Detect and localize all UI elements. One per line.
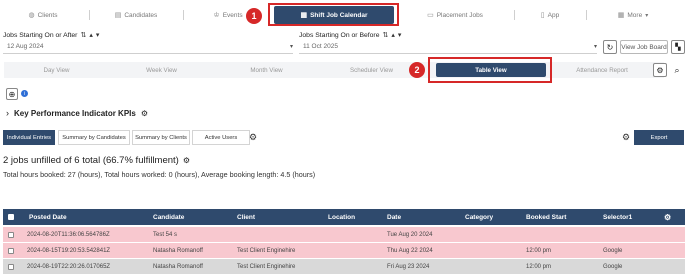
table-row[interactable]: 2024-08-15T19:20:53.542841Z Natasha Roman… bbox=[3, 243, 685, 258]
chevron-right-icon: › bbox=[6, 108, 9, 118]
nav-more[interactable]: ▦ More ▾ bbox=[590, 6, 676, 24]
after-date-label: Jobs Starting On or After ⇅ ▴ ▾ bbox=[3, 31, 100, 40]
cell-posted: 2024-08-19T22:20:26.017065Z bbox=[27, 263, 111, 270]
cell-candidate: Test 54 s bbox=[153, 231, 178, 238]
cell-selector1: Google bbox=[603, 247, 623, 254]
nav-divider bbox=[514, 10, 515, 20]
kpi-section-header[interactable]: › Key Performance Indicator KPIs ⚙ bbox=[6, 108, 148, 118]
dropdown-caret-icon: ▾ bbox=[289, 44, 293, 50]
layout-icon: ▚ bbox=[675, 44, 681, 51]
fulfillment-summary: 2 jobs unfilled of 6 total (66.7% fulfil… bbox=[3, 155, 191, 166]
hours-stats: Total hours booked: 27 (hours), Total ho… bbox=[3, 170, 316, 179]
dropdown-caret-icon: ▾ bbox=[593, 44, 597, 50]
tab-month-view[interactable]: Month View bbox=[214, 62, 319, 78]
highlight-box-2 bbox=[428, 57, 552, 83]
cell-selector1: Google bbox=[603, 263, 623, 270]
nav-divider bbox=[183, 10, 184, 20]
info-icon[interactable]: i bbox=[21, 90, 28, 97]
gear-icon[interactable]: ⚙ bbox=[141, 109, 148, 118]
callout-badge-2: 2 bbox=[409, 62, 425, 78]
nav-divider bbox=[586, 10, 587, 20]
mobile-icon: ▯ bbox=[540, 12, 545, 19]
search-button[interactable]: ⌕ bbox=[670, 63, 684, 77]
id-card-icon: ▤ bbox=[114, 12, 122, 19]
add-button[interactable]: ⊕ bbox=[6, 88, 18, 100]
tab-week-view[interactable]: Week View bbox=[109, 62, 214, 78]
before-date-label: Jobs Starting On or Before ⇅ ▴ ▾ bbox=[299, 31, 402, 40]
tab-summary-by-clients[interactable]: Summary by Clients bbox=[132, 130, 190, 145]
select-all-checkbox[interactable] bbox=[8, 209, 14, 225]
view-job-board-button[interactable]: View Job Board bbox=[620, 40, 668, 54]
caret-up-icon[interactable]: ▴ bbox=[89, 31, 93, 39]
after-date-input[interactable]: 12 Aug 2024 ▾ bbox=[3, 40, 293, 54]
layout-button[interactable]: ▚ bbox=[671, 40, 685, 54]
col-booked-start[interactable]: Booked Start bbox=[526, 209, 566, 225]
table-header: Posted Date Candidate Client Location Da… bbox=[3, 209, 685, 225]
cell-posted: 2024-08-20T11:36:06.564786Z bbox=[27, 231, 110, 238]
export-button[interactable]: Export bbox=[634, 130, 684, 145]
cell-date: Thu Aug 22 2024 bbox=[387, 247, 433, 254]
before-date-input[interactable]: 11 Oct 2025 ▾ bbox=[299, 40, 597, 54]
callout-badge-1: 1 bbox=[246, 8, 262, 24]
cell-booked-start: 12:00 pm bbox=[526, 263, 552, 270]
sort-icon[interactable]: ⇅ bbox=[80, 31, 86, 39]
gear-icon[interactable]: ⚙ bbox=[622, 132, 630, 143]
cell-candidate: Natasha Romanoff bbox=[153, 247, 203, 254]
nav-divider bbox=[89, 10, 90, 20]
refresh-icon: ↻ bbox=[606, 42, 614, 52]
globe-icon: ◍ bbox=[28, 12, 35, 19]
col-posted-date[interactable]: Posted Date bbox=[29, 209, 67, 225]
caret-down-icon[interactable]: ▾ bbox=[96, 31, 100, 39]
refresh-button[interactable]: ↻ bbox=[603, 40, 617, 54]
cell-booked-start: 12:00 pm bbox=[526, 247, 552, 254]
gear-icon: ⚙ bbox=[656, 65, 664, 75]
col-candidate[interactable]: Candidate bbox=[153, 209, 184, 225]
cell-date: Tue Aug 20 2024 bbox=[387, 231, 433, 238]
caret-up-icon[interactable]: ▴ bbox=[391, 31, 395, 39]
trophy-icon: ♔ bbox=[213, 12, 220, 19]
col-client[interactable]: Client bbox=[237, 209, 255, 225]
kpi-title: Key Performance Indicator KPIs bbox=[14, 108, 136, 118]
tab-individual-entries[interactable]: Individual Entries bbox=[3, 130, 55, 145]
caret-down-icon[interactable]: ▾ bbox=[398, 31, 402, 39]
view-settings-button[interactable]: ⚙ bbox=[653, 63, 667, 77]
nav-clients[interactable]: ◍ Clients bbox=[0, 6, 86, 24]
row-checkbox[interactable] bbox=[8, 259, 14, 274]
cell-client: Test Client Enginehire bbox=[237, 263, 296, 270]
table-row[interactable]: 2024-08-20T11:36:06.564786Z Test 54 s Tue … bbox=[3, 227, 685, 242]
tab-day-view[interactable]: Day View bbox=[4, 62, 109, 78]
cell-candidate: Natasha Romanoff bbox=[153, 263, 203, 270]
col-location[interactable]: Location bbox=[328, 209, 355, 225]
cell-date: Fri Aug 23 2024 bbox=[387, 263, 430, 270]
row-checkbox[interactable] bbox=[8, 227, 14, 242]
col-date[interactable]: Date bbox=[387, 209, 401, 225]
grid-icon: ▦ bbox=[617, 12, 625, 19]
row-checkbox[interactable] bbox=[8, 243, 14, 258]
nav-app[interactable]: ▯ App bbox=[518, 6, 582, 24]
gear-icon[interactable]: ⚙ bbox=[183, 156, 190, 165]
briefcase-icon: ▭ bbox=[427, 12, 434, 19]
gear-icon[interactable]: ⚙ bbox=[249, 132, 257, 143]
tab-active-users[interactable]: Active Users bbox=[192, 130, 250, 145]
search-icon: ⌕ bbox=[674, 64, 680, 75]
plus-circle-icon: ⊕ bbox=[8, 89, 16, 99]
tab-summary-by-candidates[interactable]: Summary by Candidates bbox=[58, 130, 130, 145]
highlight-box-1 bbox=[268, 3, 399, 26]
nav-candidates[interactable]: ▤ Candidates bbox=[92, 6, 180, 24]
view-tabs: Day View Week View Month View Scheduler … bbox=[4, 62, 664, 78]
tab-attendance-report[interactable]: Attendance Report bbox=[552, 62, 652, 78]
gear-icon[interactable]: ⚙ bbox=[664, 209, 671, 225]
caret-down-icon: ▾ bbox=[645, 12, 649, 19]
nav-placement-jobs[interactable]: ▭ Placement Jobs bbox=[400, 6, 510, 24]
col-category[interactable]: Category bbox=[465, 209, 493, 225]
sort-icon[interactable]: ⇅ bbox=[382, 31, 388, 39]
table-row[interactable]: 2024-08-19T22:20:26.017065Z Natasha Roman… bbox=[3, 259, 685, 274]
cell-client: Test Client Enginehire bbox=[237, 247, 296, 254]
col-selector1[interactable]: Selector1 bbox=[603, 209, 632, 225]
cell-posted: 2024-08-15T19:20:53.542841Z bbox=[27, 247, 111, 254]
